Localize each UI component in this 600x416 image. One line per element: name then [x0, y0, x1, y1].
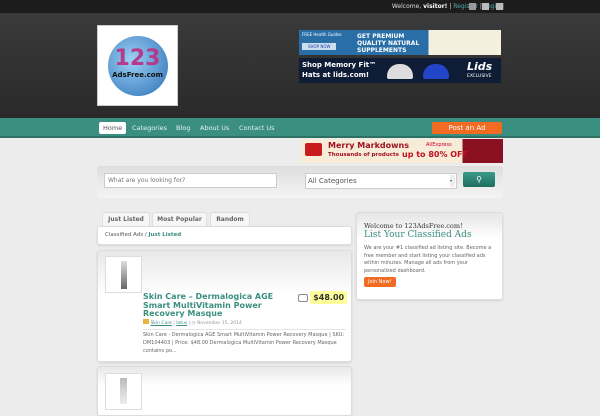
ad-brand: Lids	[467, 60, 493, 73]
category-select[interactable]: All Categories ▾	[305, 173, 457, 189]
username: visitor!	[423, 3, 448, 10]
folder-icon	[143, 319, 149, 324]
top-bar: Welcome, visitor! | Register | Login |	[0, 0, 600, 13]
ad-text: FREE Health Guides	[302, 32, 342, 37]
welcome-text: Welcome,	[391, 3, 422, 10]
facebook-icon[interactable]	[482, 3, 489, 10]
selected-category: All Categories	[308, 177, 357, 185]
widget-text: We are your #1 classified ad listing sit…	[364, 245, 492, 274]
listing-description: Skin Care - Dermalogica AGE Smart MultiV…	[143, 332, 345, 354]
price-tag-icon	[298, 294, 308, 302]
ad-banner-aliexpress[interactable]: Merry Markdowns Thousands of products Al…	[301, 139, 503, 163]
listing-thumbnail[interactable]	[105, 256, 142, 293]
ad-banner-supplements[interactable]: FREE Health Guides SHOP NOW GET PREMIUM …	[299, 30, 501, 55]
listing-card: Skin Care – Dermalogica AGE Smart MultiV…	[97, 250, 352, 362]
ad-text: up to 80% OFF	[402, 150, 468, 159]
search-panel: All Categories ▾ ⚲	[97, 166, 503, 198]
price-tag: $48.00	[298, 291, 348, 304]
search-input[interactable]	[104, 173, 277, 188]
listing-card	[97, 366, 352, 416]
sidebar-welcome-widget: Welcome to 123AdsFree.com! List Your Cla…	[356, 212, 503, 300]
logo-subtext: AdsFree.com	[112, 71, 163, 79]
nav-about-us[interactable]: About Us	[196, 122, 233, 134]
tab-just-listed[interactable]: Just Listed	[102, 212, 150, 226]
widget-subtitle: Welcome to 123AdsFree.com!	[364, 222, 463, 230]
header: 123 AdsFree.com FREE Health Guides SHOP …	[0, 13, 600, 118]
nav-categories[interactable]: Categories	[128, 122, 171, 134]
search-icon: ⚲	[476, 175, 482, 184]
ad-text: Merry Markdowns	[328, 141, 409, 150]
listing-meta: Skin Care | lotus | ◷ November 15, 2014	[143, 319, 346, 330]
listing-author-link[interactable]: lotus	[176, 321, 187, 326]
search-button[interactable]: ⚲	[463, 172, 495, 187]
listing-title[interactable]: Skin Care – Dermalogica AGE Smart MultiV…	[143, 292, 303, 319]
breadcrumb-separator: /	[144, 232, 147, 238]
logo-text: 123	[114, 46, 161, 71]
ad-banner-lids[interactable]: Shop Memory Fit™ Hats at lids.com! Lids …	[299, 58, 501, 83]
twitter-icon[interactable]	[496, 3, 503, 10]
ad-text: Shop Memory Fit™ Hats at lids.com!	[302, 61, 377, 79]
site-logo[interactable]: 123 AdsFree.com	[97, 25, 178, 106]
listing-price: $48.00	[310, 291, 348, 304]
main-nav: Home Categories Blog About Us Contact Us…	[0, 118, 600, 138]
listing-thumbnail[interactable]	[105, 373, 142, 410]
tab-random[interactable]: Random	[210, 212, 250, 226]
chevron-down-icon: ▾	[450, 175, 455, 187]
brand-icon	[305, 143, 322, 156]
separator: |	[449, 3, 452, 10]
nav-blog[interactable]: Blog	[172, 122, 194, 134]
ad-text: GET PREMIUM QUALITY NATURAL SUPPLEMENTS	[357, 33, 420, 54]
breadcrumb: Classified Ads / Just Listed	[97, 226, 352, 245]
ad-text: Thousands of products	[328, 152, 399, 158]
nav-contact-us[interactable]: Contact Us	[235, 122, 279, 134]
breadcrumb-root[interactable]: Classified Ads	[105, 232, 143, 238]
tab-most-popular[interactable]: Most Popular	[152, 212, 207, 226]
rss-icon[interactable]	[469, 3, 476, 10]
ad-button: SHOP NOW	[302, 43, 337, 50]
ad-text: EXCLUSIVE	[467, 74, 492, 79]
listing-category-link[interactable]: Skin Care	[150, 321, 171, 326]
clock-icon: ◷	[191, 321, 196, 326]
ad-brand: AliExpress	[426, 142, 452, 148]
listing-date: November 15, 2014	[196, 321, 242, 326]
widget-title: List Your Classified Ads	[364, 230, 472, 240]
join-now-button[interactable]: Join Now!	[364, 277, 396, 287]
nav-home[interactable]: Home	[99, 122, 127, 134]
post-ad-button[interactable]: Post an Ad	[432, 122, 502, 134]
breadcrumb-current: Just Listed	[148, 232, 182, 238]
